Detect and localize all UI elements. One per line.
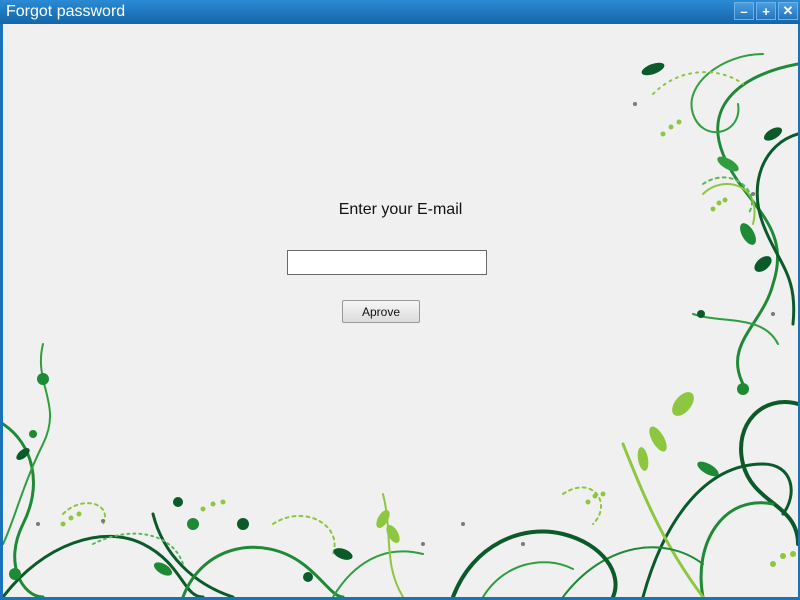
forgot-password-window: Forgot password – + ✕ Enter your E-mail … — [0, 0, 800, 600]
email-field[interactable] — [287, 250, 487, 275]
maximize-icon: + — [762, 3, 770, 19]
window-content: Enter your E-mail Aprove — [3, 24, 798, 597]
title-bar[interactable]: Forgot password – + ✕ — [0, 0, 800, 24]
maximize-button[interactable]: + — [756, 2, 776, 20]
minimize-button[interactable]: – — [734, 2, 754, 20]
close-icon: ✕ — [782, 3, 794, 18]
window-title: Forgot password — [6, 3, 126, 20]
email-prompt: Enter your E-mail — [338, 201, 463, 218]
approve-button[interactable]: Aprove — [342, 300, 420, 323]
close-button[interactable]: ✕ — [778, 2, 798, 20]
minimize-icon: – — [740, 3, 748, 19]
window-controls: – + ✕ — [734, 2, 798, 20]
